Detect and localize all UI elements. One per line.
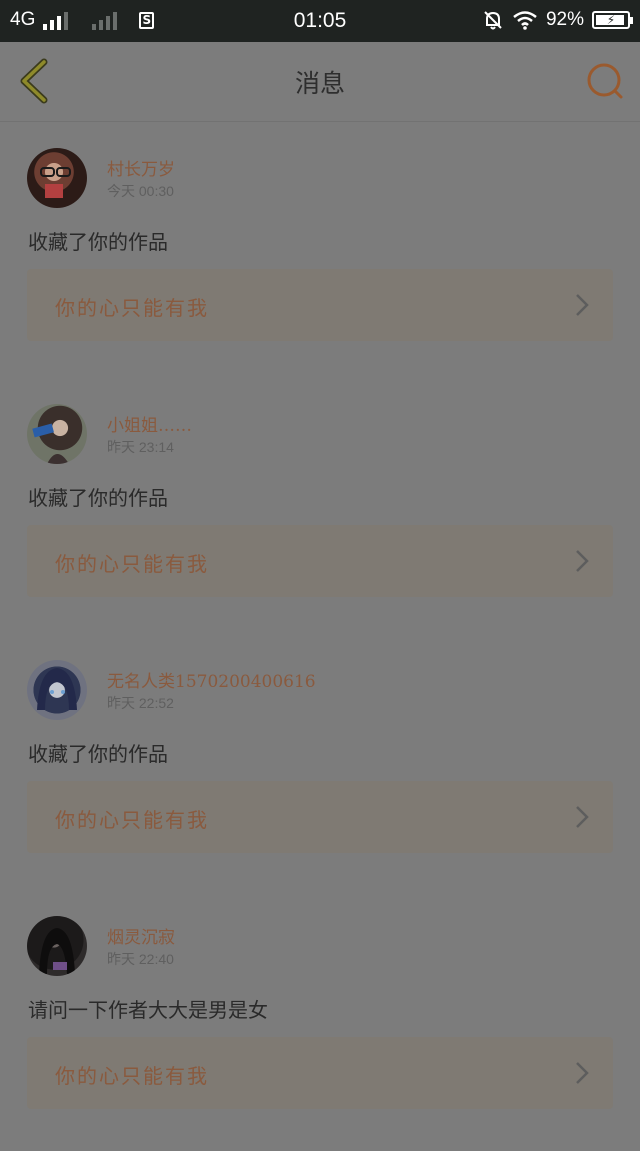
mute-bell-icon: [484, 11, 502, 30]
wifi-icon: [513, 11, 537, 30]
work-title: 你的心只能有我: [55, 296, 209, 320]
timestamp: 昨天 22:52: [107, 695, 174, 711]
timestamp: 昨天 22:40: [107, 951, 174, 967]
status-bar: 4G S 01:05 92% ⚡: [0, 0, 640, 42]
chevron-right-icon: [576, 806, 589, 828]
username[interactable]: 小姐姐……: [107, 411, 192, 436]
avatar[interactable]: [27, 916, 87, 976]
message-item: 村长万岁 今天 00:30 收藏了你的作品 你的心只能有我: [0, 121, 640, 377]
work-card[interactable]: 你的心只能有我: [27, 781, 613, 853]
message-text: 收藏了你的作品: [28, 742, 168, 766]
chevron-right-icon: [576, 1062, 589, 1084]
timestamp: 昨天 23:14: [107, 439, 174, 455]
message-item: 烟灵沉寂 昨天 22:40 请问一下作者大大是男是女 你的心只能有我: [0, 889, 640, 1145]
nav-bar: 消息: [0, 42, 640, 122]
username[interactable]: 无名人类1570200400616: [107, 667, 316, 692]
page-title: 消息: [294, 69, 345, 98]
work-card[interactable]: 你的心只能有我: [27, 269, 613, 341]
battery-percent: 92%: [545, 9, 584, 30]
chevron-right-icon: [576, 294, 589, 316]
timestamp: 今天 00:30: [107, 183, 174, 199]
work-title: 你的心只能有我: [55, 552, 209, 576]
avatar[interactable]: [27, 148, 87, 208]
battery-icon: ⚡: [592, 11, 633, 29]
work-title: 你的心只能有我: [55, 1064, 209, 1088]
username[interactable]: 村长万岁: [107, 155, 175, 180]
search-icon[interactable]: [586, 62, 624, 100]
chevron-right-icon: [576, 550, 589, 572]
avatar[interactable]: [27, 660, 87, 720]
work-title: 你的心只能有我: [55, 808, 209, 832]
username[interactable]: 烟灵沉寂: [107, 923, 175, 948]
work-card[interactable]: 你的心只能有我: [27, 525, 613, 597]
work-card[interactable]: 你的心只能有我: [27, 1037, 613, 1109]
message-text: 收藏了你的作品: [28, 230, 168, 254]
message-item: 无名人类1570200400616 昨天 22:52 收藏了你的作品 你的心只能…: [0, 633, 640, 889]
message-text: 收藏了你的作品: [28, 486, 168, 510]
avatar[interactable]: [27, 404, 87, 464]
message-item: 小姐姐…… 昨天 23:14 收藏了你的作品 你的心只能有我: [0, 377, 640, 633]
status-right: 92% ⚡: [482, 9, 633, 31]
message-text: 请问一下作者大大是男是女: [28, 998, 268, 1022]
